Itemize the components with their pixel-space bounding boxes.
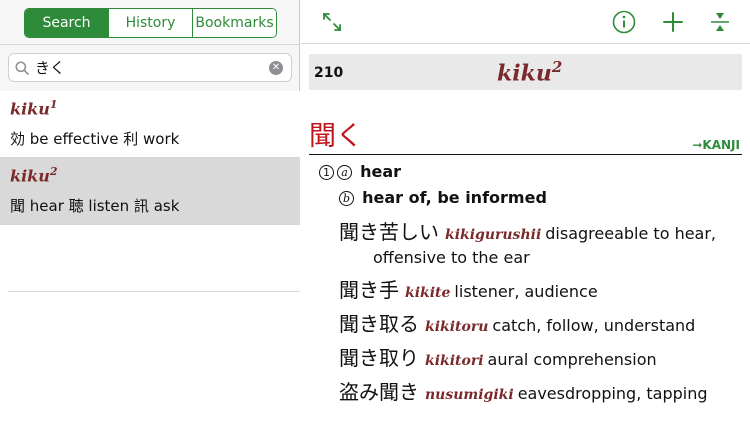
divider: [309, 154, 742, 155]
compound-english: aural comprehension: [487, 350, 657, 369]
sense-text: hear of, be informed: [362, 188, 547, 207]
compound-line: 聞き取り kikitori aural comprehension: [339, 342, 657, 371]
divider: [0, 44, 300, 45]
result-item-selected[interactable]: kiku2 聞 hear 聴 listen 訊 ask: [0, 158, 300, 225]
expand-icon[interactable]: [318, 8, 346, 36]
info-icon[interactable]: [610, 8, 638, 36]
compound-romaji: nusumigiki: [425, 387, 514, 403]
compound-japanese: 聞き手: [339, 278, 399, 302]
tab-bookmarks[interactable]: Bookmarks: [193, 9, 276, 37]
sidebar: Search History Bookmarks きく ✕ kiku1 効 be…: [0, 0, 300, 422]
search-field[interactable]: きく ✕: [8, 53, 292, 82]
sense-line: b hear of, be informed: [339, 188, 547, 207]
kanji-headword: 聞く: [309, 121, 363, 152]
compound-english: catch, follow, understand: [492, 316, 696, 335]
compound-japanese: 聞き苦しい: [339, 220, 439, 244]
sense-text: hear: [360, 162, 402, 181]
compound-japanese: 盗み聞き: [339, 380, 419, 404]
entry-header: 210 kiku2: [309, 54, 742, 90]
compound-line-cont: offensive to the ear: [373, 248, 530, 267]
result-gloss: 聞 hear 聴 listen 訊 ask: [10, 197, 180, 215]
compound-english: offensive to the ear: [373, 248, 530, 267]
compound-english: eavesdropping, tapping: [517, 384, 708, 403]
result-gloss: 効 be effective 利 work: [10, 130, 180, 148]
entry-number: 210: [314, 65, 344, 81]
compound-romaji: kikitori: [425, 353, 484, 369]
entry-title: kiku2: [497, 58, 563, 87]
plus-icon[interactable]: [659, 8, 687, 36]
collapse-icon[interactable]: [706, 8, 734, 36]
compound-romaji: kikite: [405, 285, 451, 301]
results-list: kiku1 効 be effective 利 work kiku2 聞 hear…: [0, 91, 300, 292]
compound-japanese: 聞き取る: [339, 312, 419, 336]
compound-romaji: kikigurushii: [445, 227, 542, 243]
tab-history[interactable]: History: [109, 9, 193, 37]
segmented-control: Search History Bookmarks: [24, 8, 277, 38]
kanji-link[interactable]: ➞KANJI: [692, 138, 740, 152]
sense-number: 1: [319, 165, 334, 180]
sense-letter: a: [337, 165, 352, 180]
search-input[interactable]: きく: [35, 57, 269, 78]
toolbar: [301, 0, 750, 44]
empty-row: [8, 225, 300, 292]
sense-line: 1a hear: [319, 162, 401, 181]
compound-japanese: 聞き取り: [339, 346, 419, 370]
result-item[interactable]: kiku1 効 be effective 利 work: [0, 91, 300, 158]
result-headword: kiku2: [10, 165, 58, 186]
compound-romaji: kikitoru: [425, 319, 489, 335]
result-headword: kiku1: [10, 98, 58, 119]
compound-line: 聞き手 kikite listener, audience: [339, 274, 598, 303]
compound-line: 盗み聞き nusumigiki eavesdropping, tapping: [339, 376, 708, 405]
sense-letter: b: [339, 191, 354, 206]
compound-line: 聞き苦しい kikigurushii disagreeable to hear,: [339, 216, 716, 245]
clear-icon[interactable]: ✕: [269, 60, 283, 75]
compound-line: 聞き取る kikitoru catch, follow, understand: [339, 308, 695, 337]
compound-english: disagreeable to hear,: [545, 224, 717, 243]
entry-pane: 210 kiku2 聞く ➞KANJI 1a hear b hear of, b…: [301, 0, 750, 422]
tab-search[interactable]: Search: [25, 9, 109, 37]
search-icon: [9, 53, 35, 82]
compound-english: listener, audience: [454, 282, 598, 301]
